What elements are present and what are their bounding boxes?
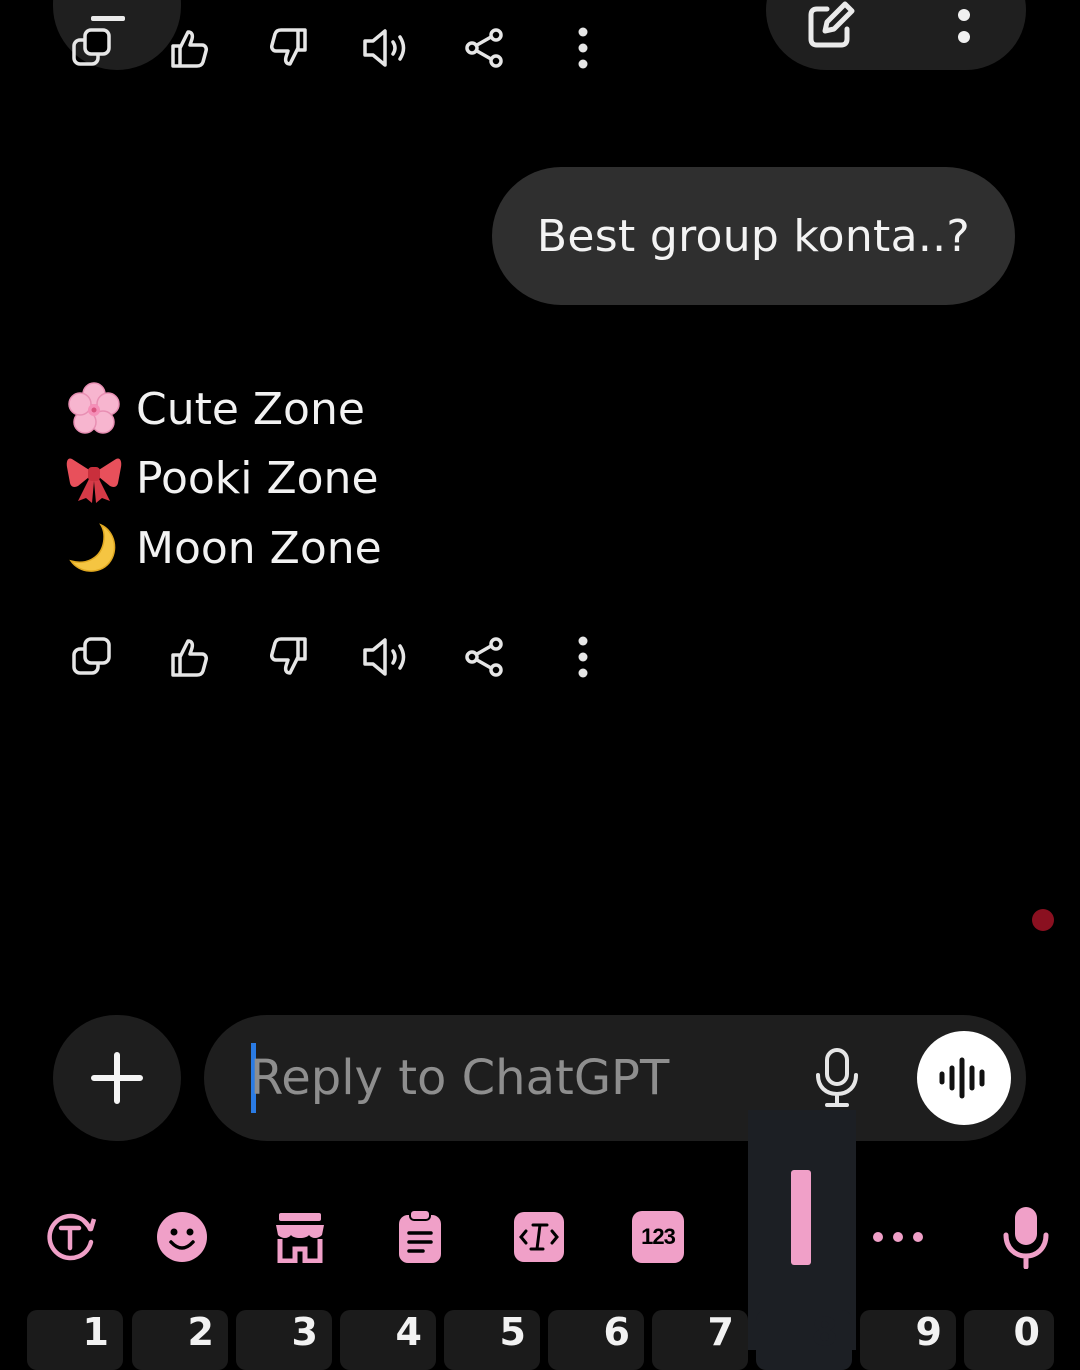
- text-edit-icon: [514, 1212, 564, 1262]
- reply-line-text: Pooki Zone: [136, 452, 379, 504]
- microphone-icon: [816, 1048, 858, 1107]
- dictate-button[interactable]: [802, 1043, 872, 1113]
- microphone-icon: [1003, 1207, 1049, 1269]
- key-7[interactable]: 7: [652, 1310, 748, 1370]
- read-aloud-button-top[interactable]: [358, 20, 414, 76]
- reply-line: Moon Zone: [66, 517, 382, 579]
- emoji-button[interactable]: [150, 1205, 214, 1269]
- copy-icon: [72, 28, 111, 66]
- speaker-icon: [363, 638, 406, 676]
- emoji-icon: [157, 1212, 207, 1262]
- key-0[interactable]: 0: [964, 1310, 1054, 1370]
- more-button[interactable]: [555, 629, 611, 685]
- user-message-text: Best group konta..?: [536, 210, 971, 262]
- share-icon: [465, 637, 503, 677]
- message-input-placeholder: Reply to ChatGPT: [250, 1050, 670, 1106]
- more-vertical-icon: [578, 636, 588, 678]
- reply-line-text: Cute Zone: [136, 383, 365, 435]
- voice-mode-button[interactable]: [917, 1031, 1011, 1125]
- thumbs-up-icon: [171, 639, 208, 677]
- text-edit-button[interactable]: [507, 1205, 571, 1269]
- numbers-badge: 123: [632, 1211, 684, 1263]
- new-chat-button[interactable]: [796, 0, 866, 60]
- translate-button[interactable]: [38, 1205, 102, 1269]
- more-tools-button[interactable]: [866, 1205, 930, 1269]
- more-button-top[interactable]: [555, 20, 611, 76]
- crescent-moon-icon: [66, 520, 122, 576]
- key-4[interactable]: 4: [340, 1310, 436, 1370]
- key-2[interactable]: 2: [132, 1310, 228, 1370]
- cherry-blossom-icon: [66, 381, 122, 437]
- attach-button[interactable]: [53, 1015, 181, 1141]
- thumbs-down-button-top[interactable]: [260, 20, 316, 76]
- clipboard-button[interactable]: [388, 1205, 452, 1269]
- thumbs-down-button[interactable]: [260, 629, 316, 685]
- clipboard-icon: [399, 1209, 441, 1263]
- more-vertical-icon: [958, 9, 970, 43]
- waveform-icon: [939, 1057, 985, 1099]
- edit-icon: [808, 1, 855, 48]
- thumbs-up-button-top[interactable]: [162, 20, 218, 76]
- key-8[interactable]: 8: [756, 1310, 852, 1370]
- copy-icon: [72, 637, 111, 675]
- reply-line: Cute Zone: [66, 378, 365, 440]
- key-6[interactable]: 6: [548, 1310, 644, 1370]
- share-icon: [465, 28, 503, 68]
- speaker-icon: [363, 29, 406, 67]
- thumbs-down-icon: [270, 637, 307, 675]
- key-3[interactable]: 3: [236, 1310, 332, 1370]
- top-right-controls: [766, 0, 1026, 70]
- message-input[interactable]: Reply to ChatGPT: [204, 1015, 1026, 1141]
- store-icon: [276, 1213, 324, 1263]
- keyboard-voice-button[interactable]: [994, 1205, 1058, 1269]
- options-button[interactable]: [944, 0, 984, 60]
- ribbon-icon: [66, 450, 122, 506]
- numbers-label: 123: [641, 1224, 676, 1249]
- thumbs-up-icon: [171, 30, 208, 68]
- thumbs-up-button[interactable]: [162, 629, 218, 685]
- read-aloud-button[interactable]: [358, 629, 414, 685]
- share-button-top[interactable]: [456, 20, 512, 76]
- more-vertical-icon: [578, 27, 588, 69]
- copy-button[interactable]: [64, 629, 120, 685]
- thumbs-down-icon: [270, 28, 307, 66]
- reply-line: Pooki Zone: [66, 447, 379, 509]
- key-9[interactable]: 9: [860, 1310, 956, 1370]
- user-message-bubble: Best group konta..?: [492, 167, 1015, 305]
- numbers-button[interactable]: 123: [626, 1205, 690, 1269]
- copy-button-top[interactable]: [64, 20, 120, 76]
- key-1[interactable]: 1: [27, 1310, 123, 1370]
- key-5[interactable]: 5: [444, 1310, 540, 1370]
- share-button[interactable]: [456, 629, 512, 685]
- plus-icon: [91, 1052, 143, 1104]
- store-button[interactable]: [268, 1205, 332, 1269]
- more-horizontal-icon: [873, 1232, 923, 1242]
- reply-line-text: Moon Zone: [136, 522, 382, 574]
- recording-indicator: [1032, 909, 1054, 931]
- cursor-handle: [791, 1170, 811, 1265]
- translate-icon: [47, 1213, 97, 1261]
